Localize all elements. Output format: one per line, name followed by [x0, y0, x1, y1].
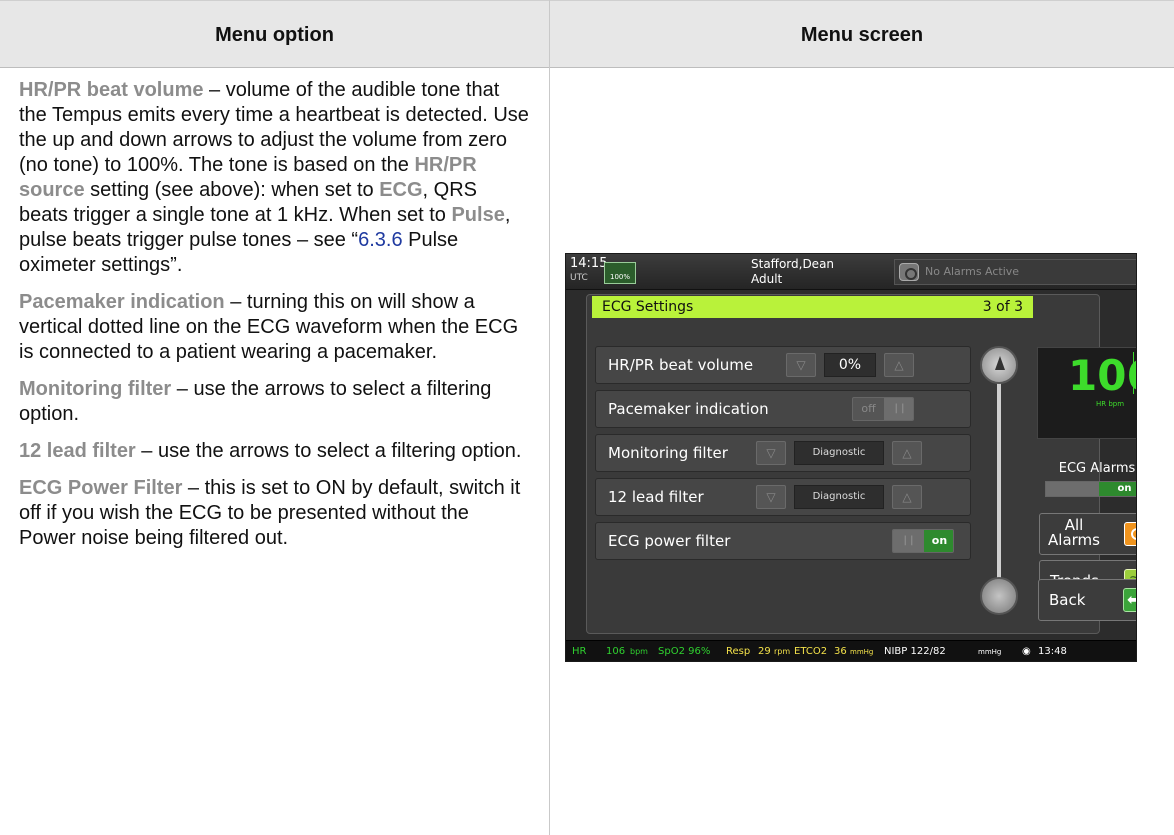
volume-down-button[interactable]: ▽ — [786, 353, 816, 377]
vitals-status-bar: HR 106 bpm SpO2 96% Resp 29 rpm ETCO2 36… — [566, 640, 1136, 661]
ecg-alarms-label: ECG Alarms — [1058, 461, 1136, 476]
hr-low-limit: 50 — [1136, 384, 1137, 393]
ecg-settings-title-bar: ECG Settings 3 of 3 — [592, 296, 1033, 318]
toggle-grip-icon — [1046, 482, 1099, 496]
monitoring-filter-value: Diagnostic — [794, 441, 884, 465]
scroll-thumb[interactable] — [980, 577, 1018, 615]
alarm-status-text: No Alarms Active — [925, 265, 1020, 278]
highlight-pulse: Pulse — [451, 204, 505, 226]
setting-ecg-power-filter: ECG power filter on — [595, 522, 971, 560]
status-resp-value: 29 — [758, 646, 771, 657]
lead-filter-value: Diagnostic — [794, 485, 884, 509]
hr-high-limit: 120 — [1136, 352, 1137, 361]
table-header-row: Menu option Menu screen — [0, 0, 1174, 68]
all-alarms-button[interactable]: All Alarms — [1039, 513, 1136, 555]
status-hr-value: 106 — [606, 646, 626, 657]
paragraph-text: setting (see above): when set to — [84, 179, 380, 201]
back-arrow-icon — [1123, 588, 1136, 612]
clock-time: 14:15 — [570, 256, 608, 271]
document-table: Menu option Menu screen HR/PR beat volum… — [0, 0, 1174, 835]
scroll-up-button[interactable] — [980, 346, 1018, 384]
toggle-grip-icon — [893, 530, 924, 552]
device-clock: 14:15 UTC — [570, 257, 607, 285]
heart-rate-display: 106 HR bpm 120 50 — [1037, 347, 1137, 439]
alarm-status-box: No Alarms Active — [894, 259, 1136, 285]
status-hr-label: HR — [572, 646, 587, 657]
term-ecg-power-filter: ECG Power Filter — [19, 477, 183, 499]
status-resp-unit: rpm — [774, 647, 791, 656]
panel-page-indicator: 3 of 3 — [982, 299, 1023, 315]
power-filter-toggle[interactable]: on — [892, 529, 954, 553]
battery-level: 100% — [609, 273, 630, 281]
status-resp-label: Resp — [726, 646, 751, 657]
monitoring-filter-up-button[interactable]: △ — [892, 441, 922, 465]
hr-value: 106 — [1068, 351, 1136, 400]
paragraph-text: – use the arrows to select a filtering o… — [135, 440, 522, 462]
menu-option-descriptions: HR/PR beat volume – volume of the audibl… — [19, 78, 529, 563]
status-etco2-label: ETCO2 — [794, 646, 828, 657]
setting-label: Pacemaker indication — [608, 400, 769, 418]
paragraph-pacemaker-indication: Pacemaker indication – turning this on w… — [19, 290, 529, 365]
scroll-track[interactable] — [997, 370, 1001, 580]
volume-value: 0% — [824, 353, 876, 377]
panel-title: ECG Settings — [602, 299, 694, 315]
setting-hr-pr-beat-volume: HR/PR beat volume ▽ 0% △ — [595, 346, 971, 384]
header-menu-option: Menu option — [215, 24, 334, 46]
status-etco2-value: 36 — [834, 646, 847, 657]
status-time: 13:48 — [1038, 646, 1067, 657]
setting-monitoring-filter: Monitoring filter ▽ Diagnostic △ — [595, 434, 971, 472]
column-divider — [549, 0, 550, 835]
patient-name: Stafford,Dean — [751, 257, 835, 271]
header-menu-screen: Menu screen — [800, 24, 924, 46]
status-nibp-unit: mmHg — [978, 648, 1002, 656]
patient-info: Stafford,Dean Adult — [751, 257, 834, 287]
hr-unit: HR bpm — [1096, 400, 1125, 408]
device-top-bar: 14:15 UTC 100% Stafford,Dean Adult No Al… — [566, 254, 1136, 290]
menu-screen-image: 14:15 UTC 100% Stafford,Dean Adult No Al… — [565, 253, 1137, 662]
alarm-icon — [1124, 522, 1136, 546]
alarm-bell-icon — [899, 263, 919, 281]
setting-12-lead-filter: 12 lead filter ▽ Diagnostic △ — [595, 478, 971, 516]
pacemaker-toggle[interactable]: off — [852, 397, 914, 421]
all-alarms-label: All Alarms — [1044, 518, 1104, 548]
ecg-alarms-control: ECG Alarms on — [1037, 461, 1136, 505]
setting-label: HR/PR beat volume — [608, 356, 754, 374]
toggle-off-label: off — [861, 402, 876, 415]
ecg-settings-panel: ECG Settings 3 of 3 HR/PR beat volume ▽ … — [586, 294, 1136, 634]
paragraph-hr-pr-beat-volume: HR/PR beat volume – volume of the audibl… — [19, 78, 529, 278]
term-pacemaker-indication: Pacemaker indication — [19, 291, 225, 313]
setting-label: 12 lead filter — [608, 488, 704, 506]
paragraph-ecg-power-filter: ECG Power Filter – this is set to ON by … — [19, 476, 529, 551]
setting-label: Monitoring filter — [608, 444, 728, 462]
ecg-alarms-state: on — [1099, 482, 1136, 496]
paragraph-12-lead-filter: 12 lead filter – use the arrows to selec… — [19, 439, 529, 464]
toggle-on-label: on — [924, 530, 953, 552]
patient-type: Adult — [751, 272, 783, 286]
status-clock-icon: ◉ — [1022, 646, 1031, 657]
section-link[interactable]: 6.3.6 — [358, 229, 402, 251]
status-nibp: NIBP 122/82 — [884, 646, 946, 657]
back-button[interactable]: Back — [1038, 579, 1136, 621]
paragraph-monitoring-filter: Monitoring filter – use the arrows to se… — [19, 377, 529, 427]
status-hr-unit: bpm — [630, 647, 648, 656]
hr-limit-divider — [1133, 352, 1134, 394]
highlight-ecg: ECG — [379, 179, 423, 201]
setting-pacemaker-indication: Pacemaker indication off — [595, 390, 971, 428]
clock-zone: UTC — [570, 273, 588, 283]
monitoring-filter-down-button[interactable]: ▽ — [756, 441, 786, 465]
term-hr-pr-beat-volume: HR/PR beat volume — [19, 79, 204, 101]
all-alarms-label-line2: Alarms — [1048, 531, 1100, 549]
ecg-alarms-toggle[interactable]: on — [1045, 481, 1136, 497]
volume-up-button[interactable]: △ — [884, 353, 914, 377]
term-12-lead-filter: 12 lead filter — [19, 440, 136, 462]
setting-label: ECG power filter — [608, 532, 731, 550]
term-monitoring-filter: Monitoring filter — [19, 378, 172, 400]
toggle-grip-icon — [884, 398, 913, 420]
back-label: Back — [1049, 591, 1086, 609]
lead-filter-up-button[interactable]: △ — [892, 485, 922, 509]
lead-filter-down-button[interactable]: ▽ — [756, 485, 786, 509]
battery-icon: 100% — [604, 262, 636, 284]
status-spo2: SpO2 96% — [658, 646, 711, 657]
status-etco2-unit: mmHg — [850, 648, 874, 656]
